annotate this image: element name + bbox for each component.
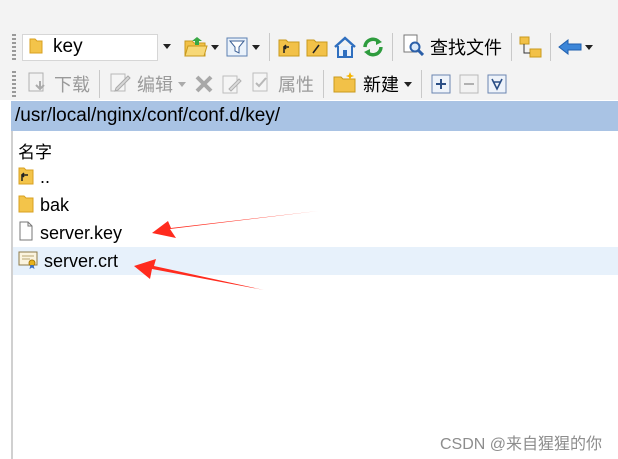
download-icon bbox=[26, 71, 48, 98]
open-folder-icon[interactable] bbox=[184, 35, 208, 59]
file-name: .. bbox=[40, 166, 51, 187]
file-list: .. bak server.key server.crt bbox=[13, 163, 618, 275]
chevron-down-icon[interactable] bbox=[585, 44, 593, 50]
list-item[interactable]: server.crt bbox=[13, 247, 618, 275]
edit-icon bbox=[109, 71, 131, 98]
toolbar-separator bbox=[99, 70, 100, 98]
toolbar-area: key 查找文件 下载 编辑 属性 新建 bbox=[0, 0, 618, 100]
file-icon bbox=[18, 221, 34, 246]
chevron-down-icon[interactable] bbox=[163, 43, 171, 49]
root-directory-icon[interactable] bbox=[305, 35, 329, 59]
current-path: /usr/local/nginx/conf/conf.d/key/ bbox=[15, 105, 281, 126]
download-button[interactable]: 下载 bbox=[26, 71, 90, 98]
toolbar-separator bbox=[421, 70, 422, 98]
folder-icon bbox=[29, 36, 43, 59]
watermark: CSDN @来自猩猩的你 bbox=[439, 436, 602, 453]
new-button[interactable]: 新建 bbox=[333, 71, 399, 98]
toolbar-grip[interactable] bbox=[12, 34, 16, 60]
list-item[interactable]: .. bbox=[13, 163, 618, 191]
file-name: bak bbox=[40, 194, 70, 215]
properties-label: 属性 bbox=[278, 75, 314, 95]
new-label: 新建 bbox=[363, 75, 399, 95]
parent-directory-icon[interactable] bbox=[277, 35, 301, 59]
file-name: server.key bbox=[40, 222, 123, 243]
chevron-down-icon[interactable] bbox=[252, 44, 260, 50]
toolbar-grip[interactable] bbox=[12, 71, 16, 97]
list-item[interactable]: server.key bbox=[13, 219, 618, 247]
find-files-label: 查找文件 bbox=[430, 38, 502, 58]
list-item[interactable]: bak bbox=[13, 191, 618, 219]
file-name: server.crt bbox=[44, 250, 119, 271]
column-header-name[interactable]: 名字 bbox=[18, 138, 52, 163]
find-files-button[interactable]: 查找文件 bbox=[402, 34, 502, 61]
filter-icon[interactable] bbox=[225, 35, 249, 59]
properties-icon bbox=[250, 71, 272, 98]
home-icon[interactable] bbox=[333, 35, 357, 59]
new-folder-icon bbox=[333, 71, 357, 98]
location-combo[interactable]: key bbox=[22, 33, 171, 61]
location-combo-value: key bbox=[53, 36, 83, 57]
refresh-icon[interactable] bbox=[361, 35, 385, 59]
certificate-icon bbox=[18, 249, 38, 274]
find-files-icon bbox=[402, 34, 425, 61]
main-toolbar: key 查找文件 bbox=[0, 30, 618, 64]
action-toolbar: 下载 编辑 属性 新建 bbox=[0, 67, 618, 101]
folder-icon bbox=[18, 193, 34, 218]
delete-icon[interactable] bbox=[192, 72, 216, 96]
path-bar[interactable]: /usr/local/nginx/conf/conf.d/key/ bbox=[11, 101, 618, 131]
toolbar-separator bbox=[269, 33, 270, 61]
rename-icon[interactable] bbox=[220, 72, 244, 96]
minus-icon[interactable] bbox=[457, 72, 481, 96]
plus-icon[interactable] bbox=[429, 72, 453, 96]
invert-selection-icon[interactable] bbox=[485, 72, 509, 96]
toolbar-separator bbox=[323, 70, 324, 98]
toolbar-separator bbox=[511, 33, 512, 61]
chevron-down-icon[interactable] bbox=[178, 81, 186, 87]
edit-label: 编辑 bbox=[137, 75, 173, 95]
edit-button[interactable]: 编辑 bbox=[109, 71, 173, 98]
toolbar-separator bbox=[550, 33, 551, 61]
back-arrow-icon[interactable] bbox=[558, 35, 582, 59]
properties-button[interactable]: 属性 bbox=[250, 71, 314, 98]
parent-folder-icon bbox=[18, 165, 34, 190]
folder-tree-icon[interactable] bbox=[519, 35, 543, 59]
download-label: 下载 bbox=[54, 75, 90, 95]
toolbar-separator bbox=[392, 33, 393, 61]
chevron-down-icon[interactable] bbox=[211, 44, 219, 50]
chevron-down-icon[interactable] bbox=[404, 81, 412, 87]
